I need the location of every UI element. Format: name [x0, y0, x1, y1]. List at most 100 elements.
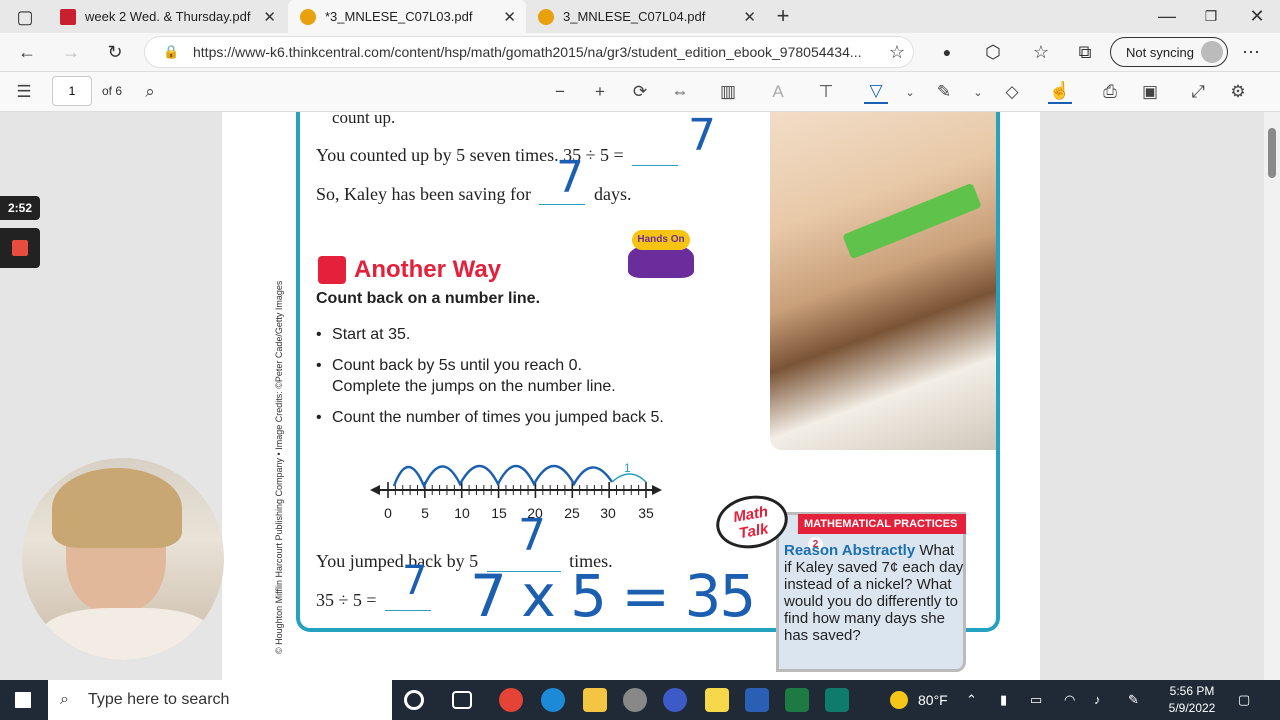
- recording-timer: 2:52: [0, 196, 40, 220]
- chevron-down-icon[interactable]: ⌄: [966, 80, 990, 104]
- weather-icon[interactable]: [890, 691, 908, 709]
- sync-button[interactable]: Not syncing: [1110, 37, 1228, 67]
- refresh-icon[interactable]: ↻: [102, 39, 128, 65]
- tick-label-0: 0: [384, 505, 392, 521]
- tab-bar: ▢ week 2 Wed. & Thursday.pdf ✕ *3_MNLESE…: [0, 0, 1280, 33]
- paint-icon[interactable]: [623, 688, 647, 712]
- notifications-icon[interactable]: ▢: [1238, 680, 1250, 720]
- url-text: https://www-k6.thinkcentral.com/content/…: [193, 44, 862, 60]
- fit-page-icon[interactable]: ⇔: [668, 80, 692, 104]
- highlight-icon[interactable]: ✎: [932, 80, 956, 104]
- page-number-input[interactable]: 1: [52, 76, 92, 106]
- file-explorer-icon[interactable]: [583, 688, 607, 712]
- publisher-icon[interactable]: [825, 688, 849, 712]
- close-icon[interactable]: ✕: [503, 8, 516, 26]
- tab-week2[interactable]: week 2 Wed. & Thursday.pdf ✕: [48, 0, 286, 33]
- weather-temp[interactable]: 80°F: [918, 680, 948, 720]
- new-tab-icon[interactable]: +: [770, 3, 796, 29]
- image-credit: © Houghton Mifflin Harcourt Publishing C…: [274, 280, 284, 654]
- presenter-body: [42, 608, 212, 660]
- tab-c07l04[interactable]: 3_MNLESE_C07L04.pdf ✕: [526, 0, 766, 33]
- page-view-icon[interactable]: ▥: [716, 80, 740, 104]
- pdf-icon: [60, 8, 76, 25]
- battery-icon[interactable]: ▭: [1030, 680, 1042, 720]
- table-of-contents-icon[interactable]: ☰: [12, 80, 36, 104]
- jumped-text: You jumped back by 5: [316, 551, 479, 571]
- taskbar-search[interactable]: ⌕ Type here to search: [48, 680, 392, 720]
- pen-icon[interactable]: ✎: [1128, 680, 1139, 720]
- zoom-out-icon[interactable]: −: [548, 80, 572, 104]
- presenter-hair: [52, 468, 182, 548]
- webcam-overlay: [22, 458, 224, 660]
- tick-label-5: 5: [421, 505, 429, 521]
- answer-blank: [632, 148, 679, 166]
- eraser-icon[interactable]: ◇: [1000, 80, 1024, 104]
- cortana-icon[interactable]: [404, 690, 424, 710]
- minimize-icon[interactable]: —: [1154, 3, 1180, 29]
- stop-recording-button[interactable]: [0, 228, 40, 268]
- collections-icon[interactable]: ⧉: [1072, 39, 1098, 65]
- bullet-text: Count back by 5s until you reach 0.: [332, 357, 582, 374]
- division-text: 35 ÷ 5 =: [316, 590, 377, 610]
- clock[interactable]: 5:56 PM 5/9/2022: [1164, 683, 1220, 717]
- microphone-icon[interactable]: ▮: [1000, 680, 1007, 720]
- rotate-icon[interactable]: ⟳: [628, 80, 652, 104]
- draw-icon[interactable]: ▽: [864, 80, 888, 104]
- text-icon[interactable]: ⊤: [814, 80, 838, 104]
- favorites-icon[interactable]: ☆: [1028, 39, 1054, 65]
- zoom-in-icon[interactable]: +: [588, 80, 612, 104]
- edge-icon[interactable]: [541, 688, 565, 712]
- excel-icon[interactable]: [785, 688, 809, 712]
- saving-line: So, Kaley has been saving for days.: [316, 184, 631, 205]
- restore-icon[interactable]: ❐: [1198, 3, 1224, 29]
- scrollbar[interactable]: [1264, 112, 1280, 680]
- extensions-icon[interactable]: ⬡: [980, 39, 1006, 65]
- mathematical-practices-bar: MATHEMATICAL PRACTICES 2: [798, 514, 966, 552]
- settings-icon[interactable]: ⚙: [1226, 80, 1250, 104]
- tab-c07l03[interactable]: *3_MNLESE_C07L03.pdf ✕: [288, 0, 526, 33]
- sticky-notes-icon[interactable]: [705, 688, 729, 712]
- windows-start-icon[interactable]: [15, 692, 31, 708]
- fullscreen-icon[interactable]: ⤢: [1186, 80, 1210, 104]
- more-icon[interactable]: ⋯: [1238, 39, 1264, 65]
- back-icon[interactable]: ←: [14, 39, 40, 65]
- practices-label: MATHEMATICAL PRACTICES: [804, 518, 958, 530]
- pdf-page: count up. You counted up by 5 seven time…: [222, 112, 1040, 680]
- tab-actions-icon[interactable]: ▢: [12, 4, 38, 30]
- chrome-icon[interactable]: [499, 688, 523, 712]
- tick-label-25: 25: [564, 505, 580, 521]
- wifi-icon[interactable]: ◠: [1064, 680, 1075, 720]
- handwritten-answer-3: 7: [518, 510, 546, 561]
- chevron-up-icon[interactable]: ⌃: [966, 680, 977, 720]
- forward-icon[interactable]: →: [58, 39, 84, 65]
- extension-icon[interactable]: ●: [934, 39, 960, 65]
- clock-date: 5/9/2022: [1168, 701, 1216, 715]
- close-icon[interactable]: ✕: [263, 8, 276, 26]
- add-favorite-icon[interactable]: ☆: [884, 39, 910, 65]
- address-bar: ← → ↻ 🔒 https://www-k6.thinkcentral.com/…: [0, 33, 1280, 72]
- search-icon[interactable]: ⌕: [138, 80, 162, 104]
- word-icon[interactable]: [745, 688, 769, 712]
- search-icon: ⌕: [60, 691, 69, 708]
- comb-shape: [842, 182, 982, 260]
- chevron-down-icon[interactable]: ⌄: [898, 80, 922, 104]
- another-way-icon: [318, 256, 346, 284]
- math-talk-text: Reason Abstractly What if Kaley saved 7¢…: [784, 542, 964, 644]
- scroll-thumb[interactable]: [1268, 128, 1276, 178]
- search-placeholder: Type here to search: [88, 691, 230, 708]
- task-view-icon[interactable]: [452, 691, 472, 709]
- reason-abstractly-title: Reason Abstractly: [784, 542, 916, 559]
- close-window-icon[interactable]: ✕: [1244, 3, 1270, 29]
- subheading: Count back on a number line.: [316, 290, 541, 307]
- read-aloud-icon[interactable]: A: [766, 80, 790, 104]
- bullet-1: • Start at 35.: [316, 326, 411, 343]
- hands-on-label: Hands On: [632, 230, 690, 250]
- app-icon[interactable]: [663, 688, 687, 712]
- print-icon[interactable]: ⎙: [1098, 80, 1122, 104]
- close-icon[interactable]: ✕: [743, 8, 756, 26]
- save-icon[interactable]: ▣: [1138, 80, 1162, 104]
- touch-icon[interactable]: ☝: [1048, 80, 1072, 104]
- jump-label: 1: [624, 461, 631, 475]
- url-field[interactable]: 🔒 https://www-k6.thinkcentral.com/conten…: [144, 36, 914, 68]
- volume-icon[interactable]: ♪: [1094, 680, 1101, 720]
